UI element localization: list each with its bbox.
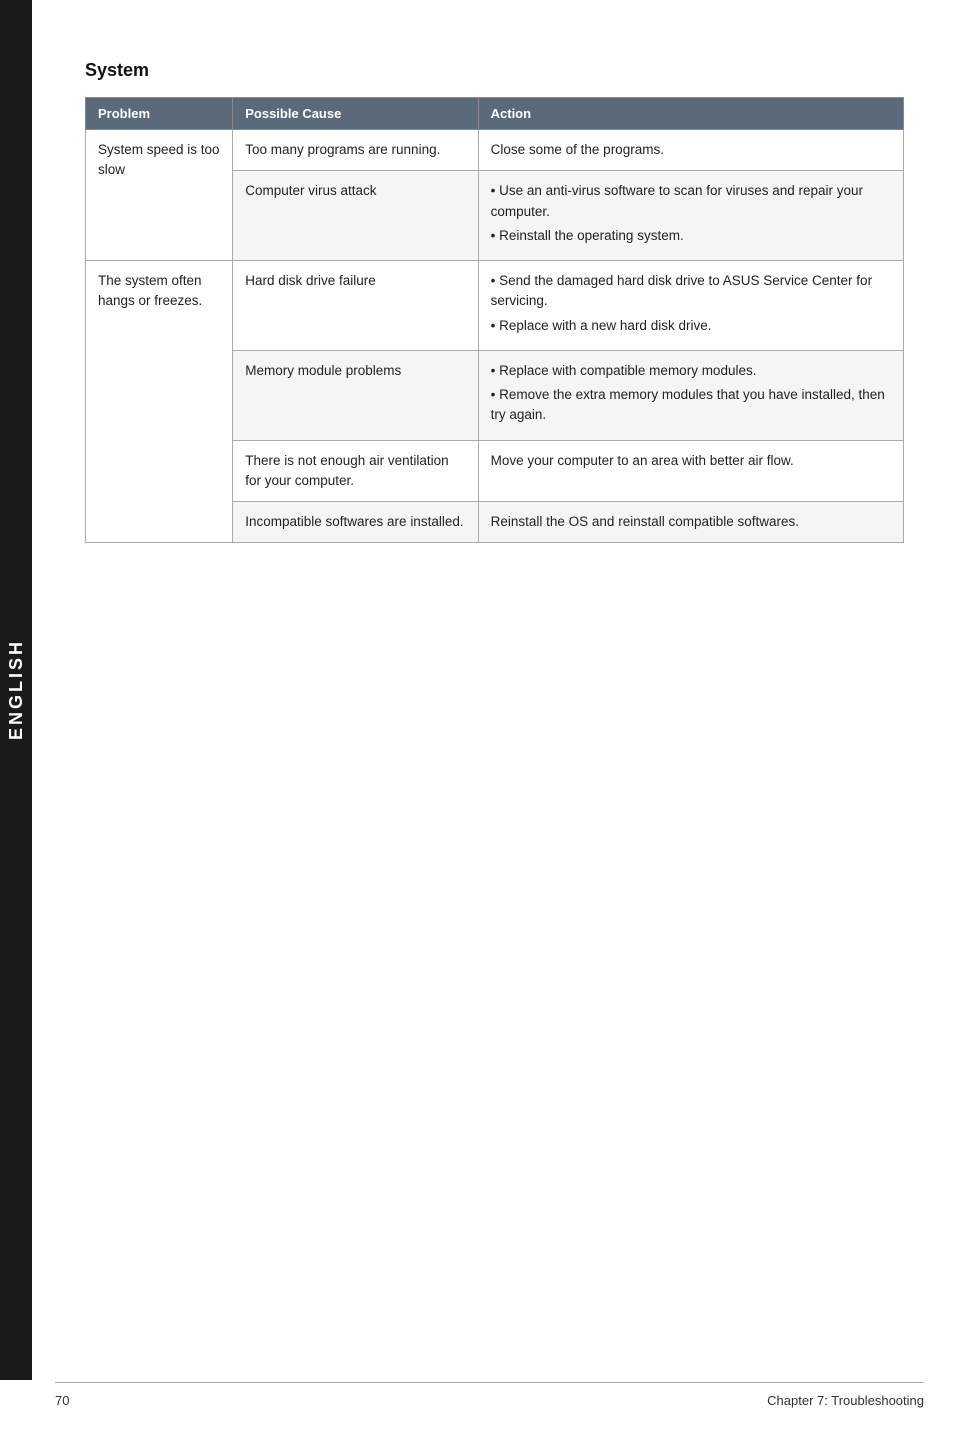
cause-cell: There is not enough air ventilation for … — [233, 440, 478, 502]
action-cell: Replace with compatible memory modules. R… — [478, 350, 903, 440]
problem-cell: The system often hangs or freezes. — [86, 261, 233, 543]
action-list-item: Send the damaged hard disk drive to ASUS… — [491, 271, 891, 312]
header-problem: Problem — [86, 98, 233, 130]
footer-chapter: Chapter 7: Troubleshooting — [767, 1393, 924, 1408]
action-cell: Send the damaged hard disk drive to ASUS… — [478, 261, 903, 351]
section-title: System — [85, 60, 904, 81]
footer: 70 Chapter 7: Troubleshooting — [55, 1382, 924, 1408]
side-tab-label: ENGLISH — [6, 639, 27, 740]
header-action: Action — [478, 98, 903, 130]
cause-cell: Incompatible softwares are installed. — [233, 502, 478, 543]
cause-cell: Computer virus attack — [233, 171, 478, 261]
action-list-item: Replace with a new hard disk drive. — [491, 316, 891, 336]
troubleshooting-table: Problem Possible Cause Action System spe… — [85, 97, 904, 543]
action-cell: Move your computer to an area with bette… — [478, 440, 903, 502]
action-cell: Reinstall the OS and reinstall compatibl… — [478, 502, 903, 543]
action-cell: Close some of the programs. — [478, 130, 903, 171]
table-row: The system often hangs or freezes.Hard d… — [86, 261, 904, 351]
action-list-item: Reinstall the operating system. — [491, 226, 891, 246]
cause-cell: Hard disk drive failure — [233, 261, 478, 351]
cause-cell: Too many programs are running. — [233, 130, 478, 171]
main-content: System Problem Possible Cause Action Sys… — [55, 0, 954, 603]
problem-cell: System speed is too slow — [86, 130, 233, 261]
action-cell: Use an anti-virus software to scan for v… — [478, 171, 903, 261]
footer-page-number: 70 — [55, 1393, 69, 1408]
action-list-item: Replace with compatible memory modules. — [491, 361, 891, 381]
action-list-item: Use an anti-virus software to scan for v… — [491, 181, 891, 222]
side-tab: ENGLISH — [0, 0, 32, 1380]
cause-cell: Memory module problems — [233, 350, 478, 440]
table-row: System speed is too slowToo many program… — [86, 130, 904, 171]
action-list-item: Remove the extra memory modules that you… — [491, 385, 891, 426]
header-possible-cause: Possible Cause — [233, 98, 478, 130]
